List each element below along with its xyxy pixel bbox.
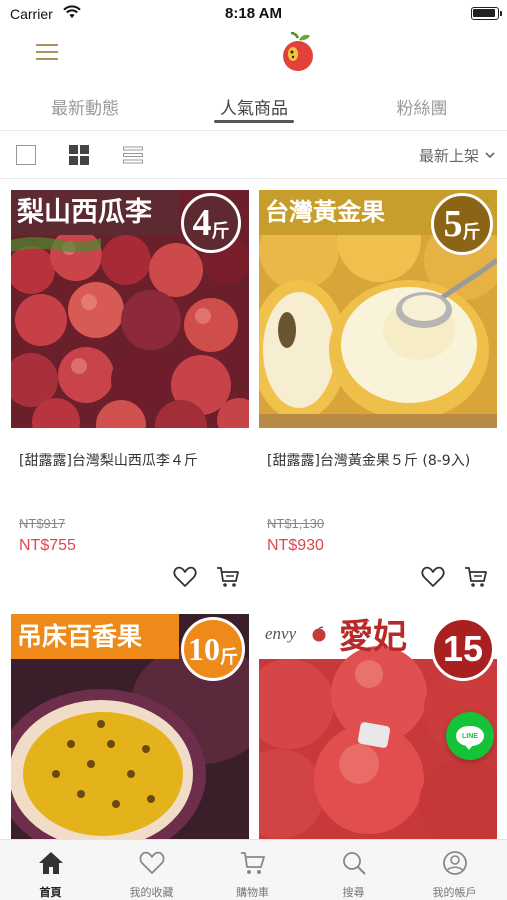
tab-fan-page[interactable]: 粉絲團 — [352, 94, 492, 119]
status-bar: Carrier 8:18 AM — [0, 0, 507, 28]
product-name[interactable]: [甜露露]台灣黃金果５斤 (8-9入) — [267, 452, 492, 471]
tabbar-item-search[interactable]: 搜尋 — [303, 840, 404, 900]
product-name[interactable]: [甜露露]台灣梨山西瓜李４斤 — [19, 452, 244, 471]
cart-icon — [241, 852, 265, 874]
tab-popular-products[interactable]: 人氣商品 — [184, 94, 324, 119]
home-icon — [39, 852, 63, 874]
weight-badge: 4斤 — [181, 193, 241, 253]
account-icon — [443, 851, 467, 875]
weight-badge: 5斤 — [431, 193, 493, 255]
tabbar-item-account[interactable]: 我的帳戶 — [404, 840, 505, 900]
product-banner: 梨山西瓜李 — [17, 197, 152, 228]
battery-icon — [471, 7, 502, 20]
heart-icon[interactable] — [421, 566, 445, 588]
apple-logo-icon — [283, 32, 313, 71]
category-tabs: 最新動態 人氣商品 粉絲團 — [0, 86, 507, 126]
tabbar-item-favorites[interactable]: 我的收藏 — [101, 840, 202, 900]
chevron-down-icon — [485, 152, 495, 159]
line-chat-button[interactable]: LINE — [446, 712, 494, 760]
tabbar-item-cart[interactable]: 購物車 — [202, 840, 303, 900]
hamburger-icon[interactable] — [36, 44, 58, 60]
sale-price: NT$930 — [267, 537, 324, 554]
single-view-icon[interactable] — [16, 145, 36, 165]
line-icon: LINE — [456, 726, 484, 750]
active-tab-indicator — [214, 120, 294, 123]
original-price: NT$1,130 — [267, 516, 325, 531]
product-banner: 愛妃 — [339, 617, 407, 657]
product-image[interactable]: 吊床百香果 10 斤 — [11, 614, 249, 852]
sort-label: 最新上架 — [418, 147, 479, 165]
product-image[interactable]: 台灣黃金果 5斤 — [259, 190, 497, 428]
grid-view-icon[interactable] — [69, 145, 89, 165]
product-image[interactable]: 梨山西瓜李 4斤 — [11, 190, 249, 428]
weight-badge: 10 斤 — [181, 617, 245, 681]
list-view-icon[interactable] — [123, 146, 143, 164]
original-price: NT$917 — [19, 516, 66, 531]
apple-brand-icon — [312, 626, 326, 642]
tab-latest-news[interactable]: 最新動態 — [15, 94, 155, 119]
sale-price: NT$755 — [19, 537, 76, 554]
brand-label: envy — [265, 624, 297, 643]
heart-icon[interactable] — [173, 566, 197, 588]
search-icon — [343, 852, 366, 875]
sort-dropdown[interactable]: 最新上架 — [419, 145, 495, 166]
weight-badge: 15 — [431, 617, 495, 681]
divider — [0, 130, 507, 131]
heart-icon — [139, 851, 165, 874]
bottom-tab-bar: 首頁 我的收藏 購物車 搜尋 我的帳戶 — [0, 839, 507, 900]
product-banner: 吊床百香果 — [17, 622, 143, 651]
view-toolbar: 最新上架 — [0, 134, 507, 176]
clock: 8:18 AM — [225, 5, 282, 22]
divider — [0, 178, 507, 179]
cart-icon[interactable] — [464, 566, 488, 588]
cart-icon[interactable] — [216, 566, 240, 588]
tabbar-item-home[interactable]: 首頁 — [0, 840, 101, 900]
